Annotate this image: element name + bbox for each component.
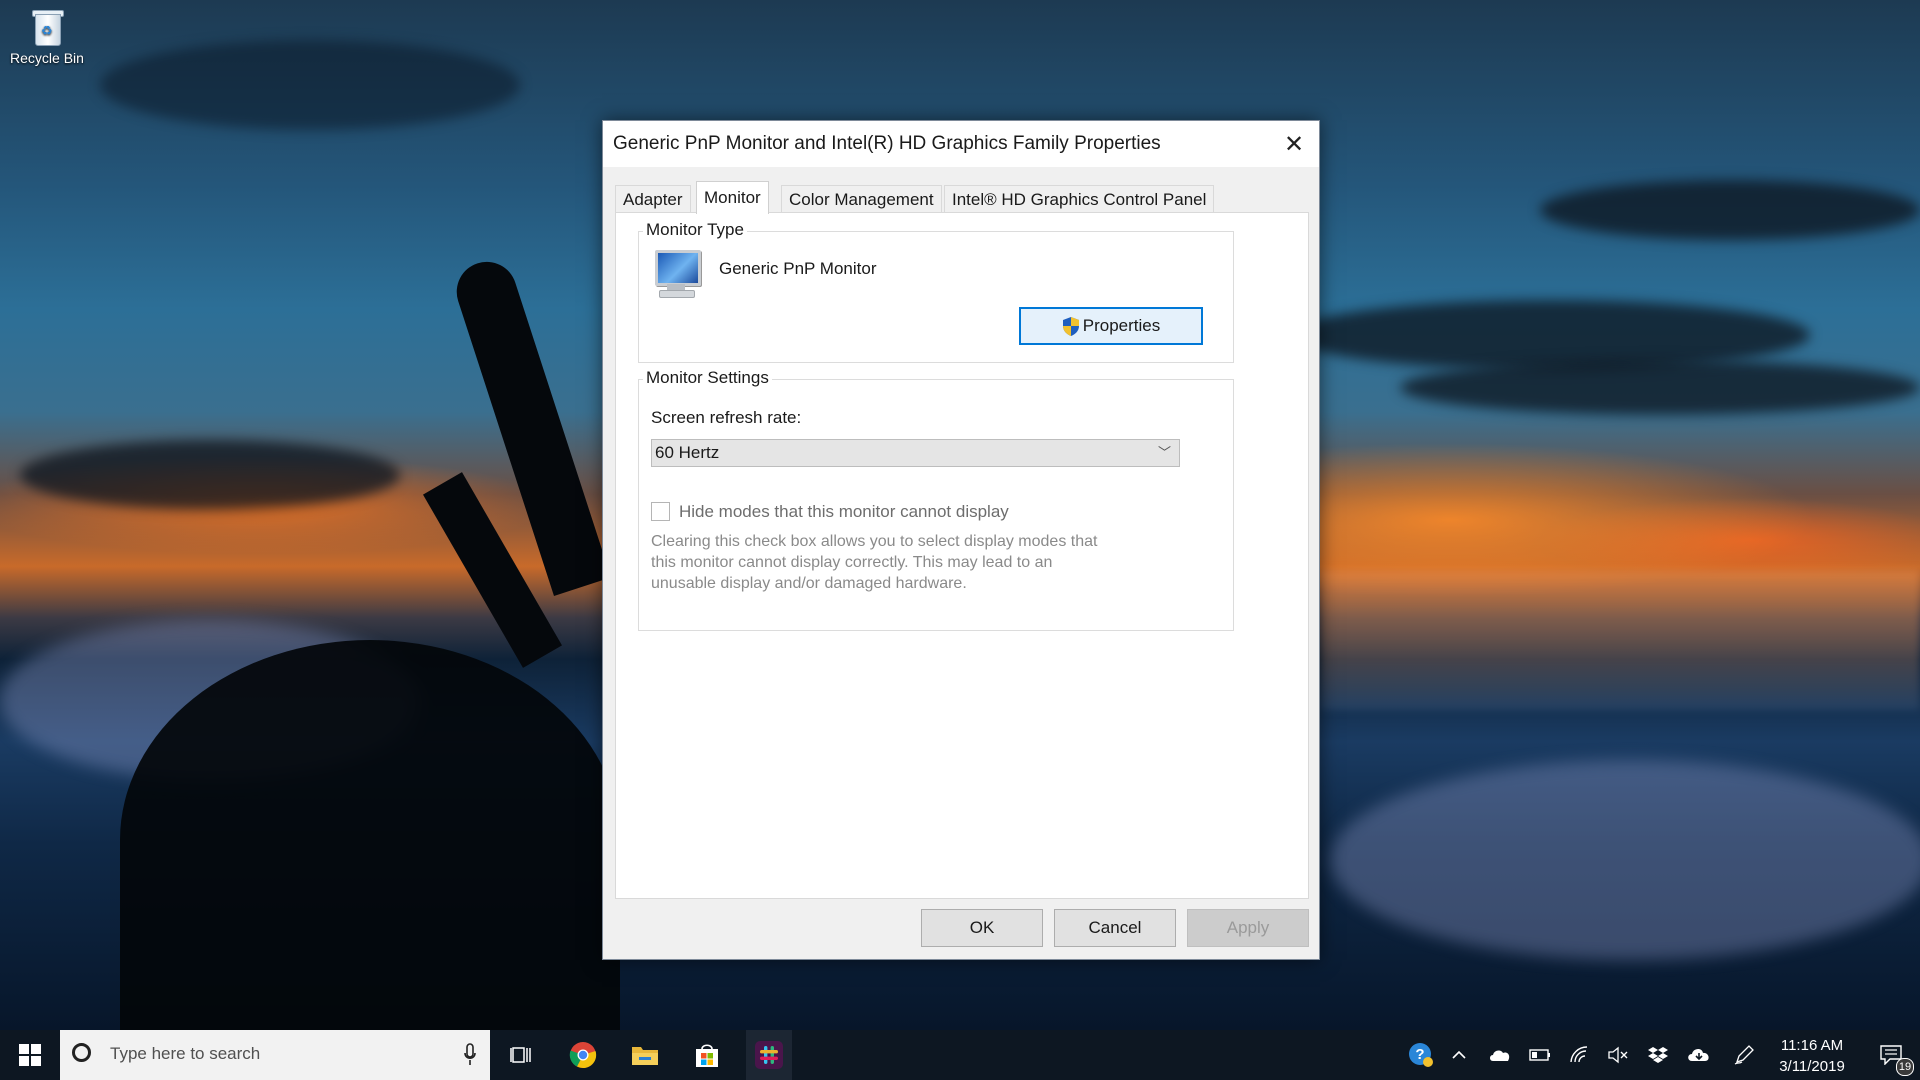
wallpaper-cloud	[1400, 360, 1920, 415]
recycle-bin-icon: ♻	[30, 8, 64, 46]
chevron-down-icon: ﹀	[1157, 445, 1171, 460]
show-hidden-icons-chevron[interactable]	[1444, 1030, 1474, 1080]
volume-muted-icon[interactable]	[1602, 1030, 1634, 1080]
apply-button[interactable]: Apply	[1187, 909, 1309, 947]
monitor-type-group: Monitor Type Generic PnP Monitor Propert…	[638, 220, 1234, 363]
onedrive-icon[interactable]	[1484, 1030, 1516, 1080]
windows-start-icon[interactable]	[0, 1030, 60, 1080]
tab-adapter[interactable]: Adapter	[615, 185, 691, 213]
display-properties-dialog: Generic PnP Monitor and Intel(R) HD Grap…	[602, 120, 1320, 960]
wallpaper-water	[1320, 570, 1920, 710]
dialog-title: Generic PnP Monitor and Intel(R) HD Grap…	[613, 133, 1161, 154]
properties-button-label: Properties	[1082, 316, 1161, 335]
wallpaper-cloud	[1290, 300, 1810, 370]
desktop-icon-label: Recycle Bin	[10, 50, 84, 66]
wifi-icon[interactable]	[1564, 1030, 1596, 1080]
monitor-settings-legend: Monitor Settings	[643, 368, 772, 388]
help-icon[interactable]: ?	[1404, 1030, 1438, 1080]
desktop-icon-recycle-bin[interactable]: ♻ Recycle Bin	[4, 8, 90, 66]
svg-text:?: ?	[1415, 1046, 1424, 1063]
monitor-icon	[653, 250, 701, 300]
cortana-icon	[72, 1043, 91, 1062]
tab-monitor[interactable]: Monitor	[696, 181, 769, 214]
monitor-tab-panel: Monitor Type Generic PnP Monitor Propert…	[615, 212, 1309, 899]
clock-time: 11:16 AM	[1780, 1037, 1844, 1054]
tab-intel-hd-graphics-control-panel[interactable]: Intel® HD Graphics Control Panel	[944, 185, 1215, 213]
dialog-titlebar[interactable]: Generic PnP Monitor and Intel(R) HD Grap…	[603, 121, 1319, 167]
microsoft-store-icon[interactable]	[684, 1030, 730, 1080]
hide-modes-label[interactable]: Hide modes that this monitor cannot disp…	[679, 502, 1009, 522]
wallpaper-cloud	[1540, 180, 1920, 240]
wallpaper-cloud	[100, 40, 520, 130]
taskbar-search-box[interactable]: Type here to search	[60, 1030, 490, 1080]
slack-icon[interactable]	[746, 1030, 792, 1080]
monitor-properties-button[interactable]: Properties	[1019, 307, 1203, 345]
cancel-button[interactable]: Cancel	[1054, 909, 1176, 947]
monitor-settings-group: Monitor Settings Screen refresh rate: 60…	[638, 368, 1234, 631]
notification-count-badge: 19	[1896, 1058, 1914, 1076]
pen-icon[interactable]	[1728, 1030, 1760, 1080]
file-explorer-icon[interactable]	[622, 1030, 668, 1080]
task-view-icon[interactable]	[500, 1030, 542, 1080]
hide-modes-hint: Clearing this check box allows you to se…	[651, 533, 1098, 592]
tab-color-management[interactable]: Color Management	[781, 185, 942, 213]
wallpaper-shore-shadow	[120, 640, 620, 1030]
microphone-icon[interactable]	[464, 1042, 476, 1068]
action-center-icon[interactable]: 19	[1868, 1030, 1914, 1080]
wallpaper-cloud	[20, 440, 400, 510]
cloud-icon[interactable]	[1682, 1030, 1716, 1080]
chrome-icon[interactable]	[560, 1030, 606, 1080]
search-placeholder: Type here to search	[110, 1044, 261, 1063]
dropbox-icon[interactable]	[1642, 1030, 1674, 1080]
wallpaper-snow	[1330, 760, 1920, 960]
battery-icon[interactable]	[1524, 1030, 1556, 1080]
monitor-type-legend: Monitor Type	[643, 220, 747, 240]
taskbar: Type here to search ? 11:16 AM 3/11/2019…	[0, 1030, 1920, 1080]
refresh-rate-label: Screen refresh rate:	[651, 408, 802, 427]
monitor-name: Generic PnP Monitor	[719, 259, 877, 278]
uac-shield-icon	[1062, 316, 1080, 337]
refresh-rate-value: 60 Hertz	[655, 443, 720, 462]
ok-button[interactable]: OK	[921, 909, 1043, 947]
taskbar-clock[interactable]: 11:16 AM 3/11/2019	[1762, 1035, 1862, 1077]
close-icon[interactable]: ✕	[1269, 121, 1319, 167]
hide-modes-checkbox[interactable]	[651, 502, 670, 521]
clock-date: 3/11/2019	[1779, 1058, 1845, 1075]
refresh-rate-dropdown[interactable]: 60 Hertz ﹀	[651, 439, 1180, 467]
